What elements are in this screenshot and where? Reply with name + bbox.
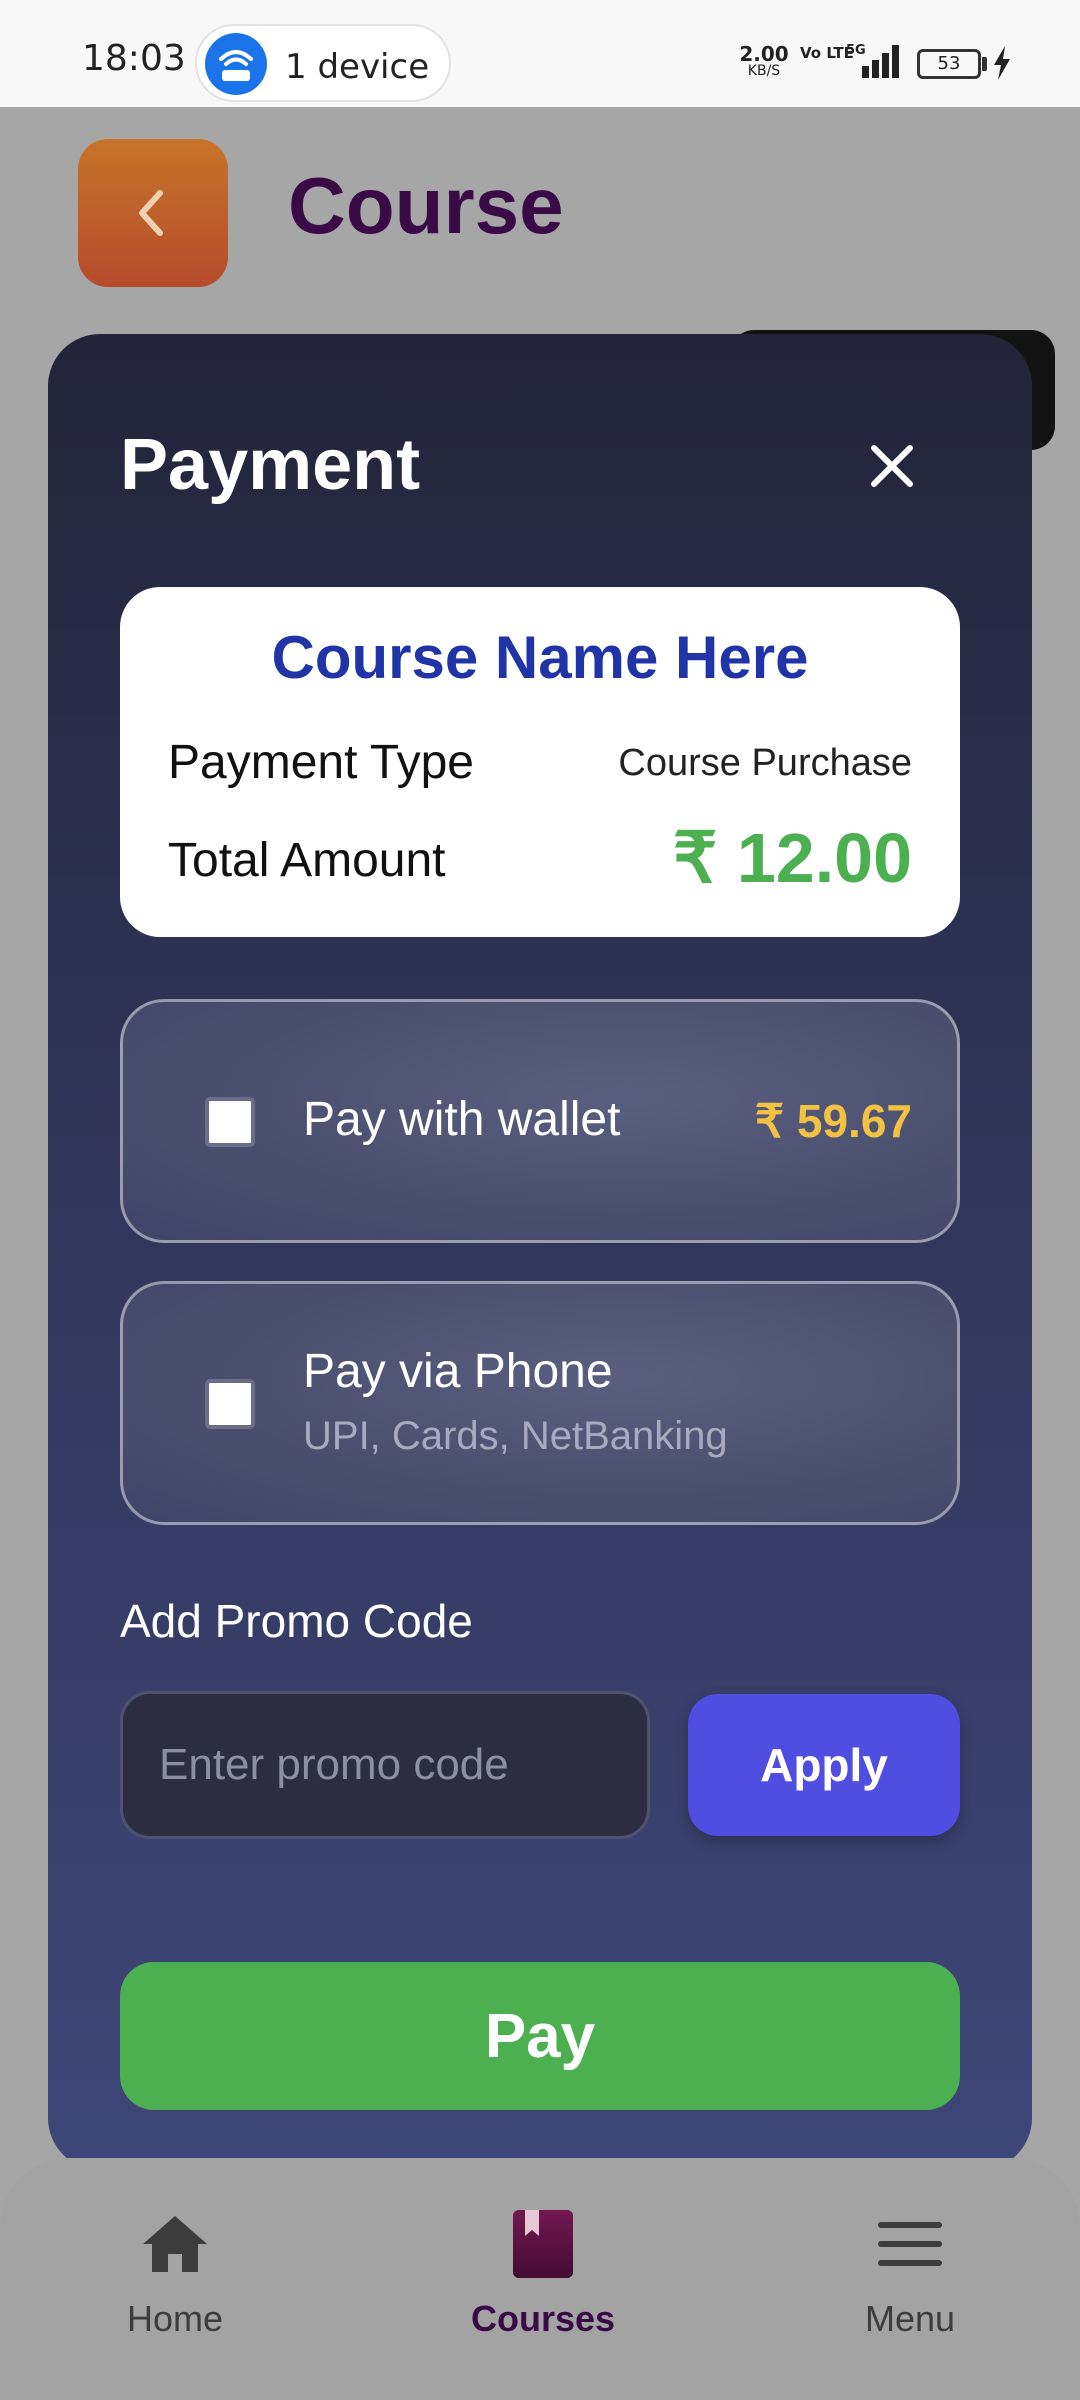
hotspot-label: 1 device <box>285 47 430 87</box>
book-icon <box>513 2210 573 2278</box>
nav-label-courses: Courses <box>470 2298 616 2339</box>
promo-code-input[interactable] <box>120 1691 650 1839</box>
wallet-checkbox[interactable] <box>205 1097 255 1147</box>
phone-option-label: Pay via Phone <box>303 1345 613 1398</box>
course-name: Course Name Here <box>271 624 809 691</box>
wallet-option-label: Pay with wallet <box>303 1093 621 1146</box>
charging-icon <box>991 44 1013 86</box>
network-type: 5G <box>846 43 866 58</box>
battery-nub <box>982 57 987 71</box>
pay-with-wallet-option[interactable]: Pay with wallet ₹ 59.67 <box>120 999 960 1243</box>
payment-type-value: Course Purchase <box>618 742 912 784</box>
nav-label-menu: Menu <box>864 2298 956 2339</box>
total-amount-value: ₹ 12.00 <box>672 819 912 897</box>
total-amount-label: Total Amount <box>168 834 446 887</box>
pay-via-phone-option[interactable]: Pay via Phone UPI, Cards, NetBanking <box>120 1281 960 1525</box>
order-summary-card: Course Name Here Payment Type Course Pur… <box>120 587 960 937</box>
apply-promo-button[interactable]: Apply <box>688 1694 960 1836</box>
wifi-router-icon <box>205 33 267 95</box>
nav-label-home: Home <box>126 2298 224 2339</box>
page-title: Course <box>288 161 564 250</box>
home-icon <box>143 2216 207 2272</box>
close-icon <box>871 445 913 487</box>
payment-type-label: Payment Type <box>168 736 474 789</box>
status-bar: 18:03 1 device 2.00 KB/S Vo LTE 5G 53 <box>0 0 1080 107</box>
hotspot-pill[interactable]: 1 device <box>195 24 451 102</box>
payment-modal: Payment Course Name Here Payment Type Co… <box>48 334 1032 2170</box>
net-speed: 2.00 KB/S <box>738 44 790 78</box>
close-button[interactable] <box>860 434 924 498</box>
promo-code-label: Add Promo Code <box>120 1595 473 1647</box>
battery-level: 53 <box>937 53 961 74</box>
status-time: 18:03 <box>82 38 186 79</box>
pay-button[interactable]: Pay <box>120 1962 960 2110</box>
nav-item-courses[interactable]: Courses <box>433 2208 653 2340</box>
modal-title: Payment <box>120 425 421 505</box>
nav-item-menu[interactable]: Menu <box>800 2208 1020 2340</box>
net-speed-value: 2.00 <box>739 42 789 66</box>
menu-icon <box>878 2222 942 2266</box>
back-button[interactable] <box>78 139 228 287</box>
chevron-left-icon <box>139 190 163 236</box>
phone-checkbox[interactable] <box>205 1379 255 1429</box>
phone-option-sublabel: UPI, Cards, NetBanking <box>303 1414 728 1458</box>
wallet-balance: ₹ 59.67 <box>754 1095 912 1147</box>
signal-icon: 5G <box>842 42 904 84</box>
battery-icon: 53 <box>917 49 981 79</box>
net-speed-unit: KB/S <box>747 63 781 79</box>
bottom-nav: Home Courses Menu <box>0 2158 1080 2400</box>
nav-item-home[interactable]: Home <box>65 2208 285 2340</box>
